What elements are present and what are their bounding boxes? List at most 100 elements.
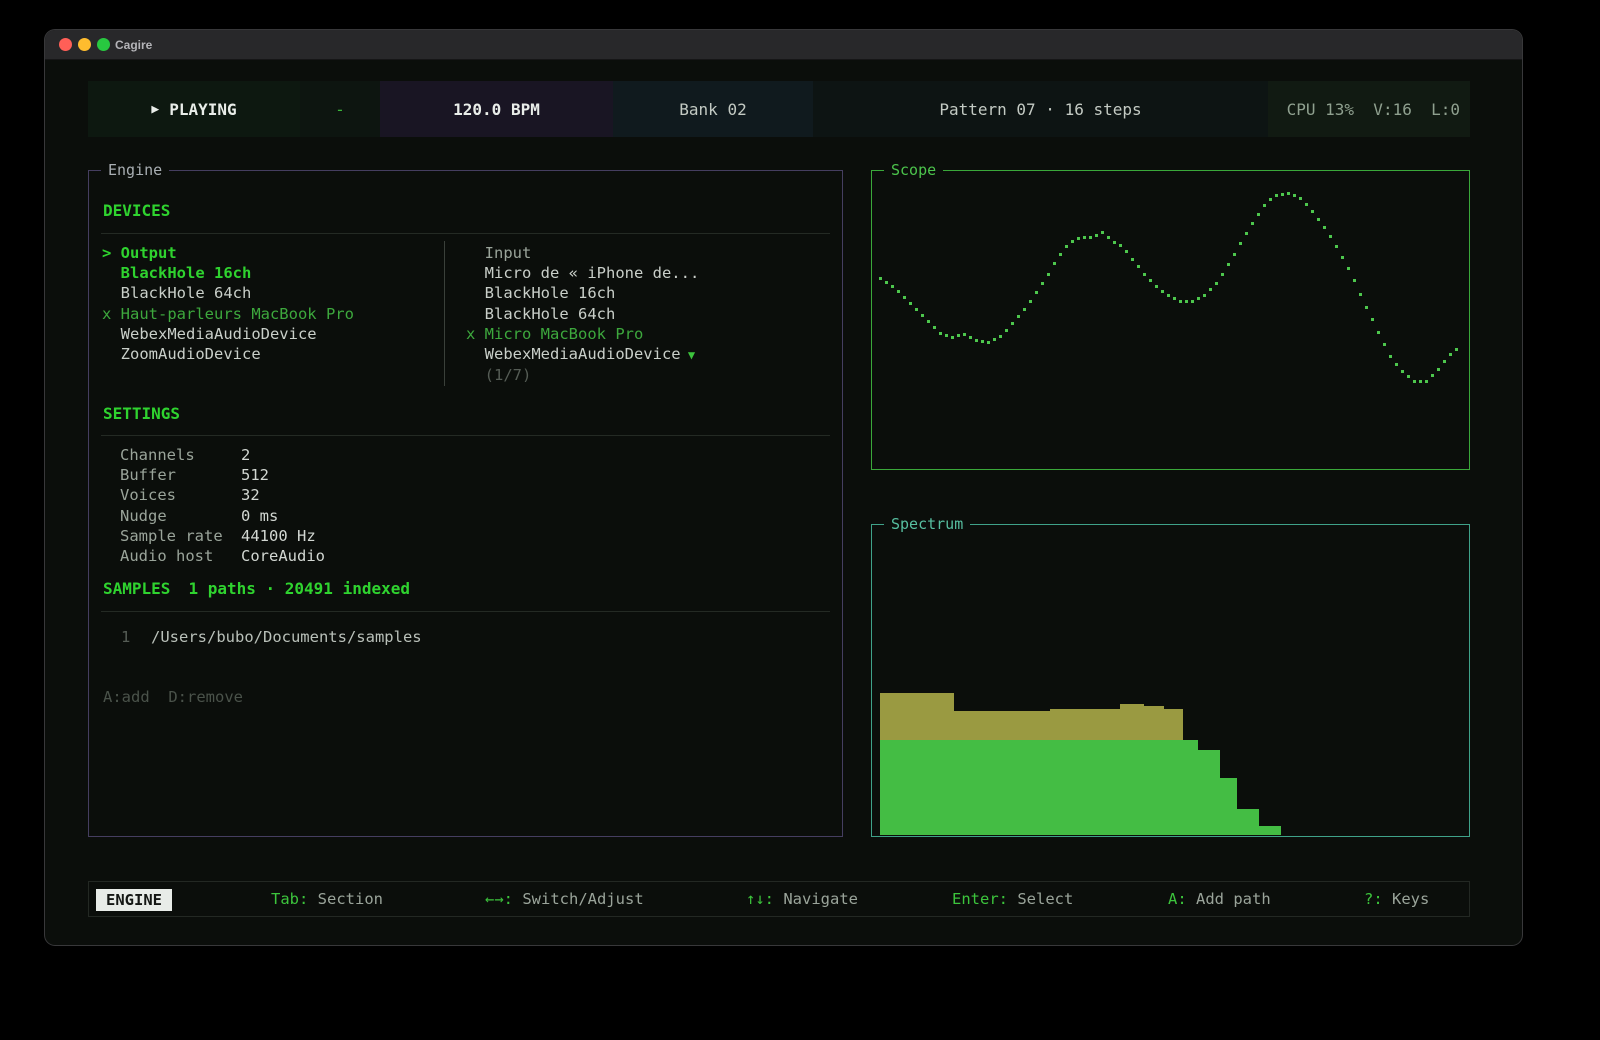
samples-heading: SAMPLES1 paths · 20491 indexed [103, 579, 410, 598]
device-item[interactable]: > Output [102, 243, 354, 263]
scope-waveform [875, 174, 1468, 468]
footer-bar: ENGINE Tab: Section←→: Switch/Adjust↑↓: … [88, 881, 1470, 917]
play-icon: ▶ [151, 102, 159, 117]
shortcut-label: Select [1008, 890, 1073, 908]
indent [466, 264, 485, 282]
dropdown-arrow-icon: ▼ [681, 348, 695, 362]
spectrum-bar-green [1259, 826, 1281, 835]
pattern-display[interactable]: Pattern 07 · 16 steps [813, 81, 1268, 137]
device-label: WebexMediaAudioDevice [485, 345, 681, 363]
section-divider [101, 435, 830, 436]
setting-row: Buffer512 [120, 465, 325, 485]
bpm-display[interactable]: 120.0 BPM [380, 81, 613, 137]
device-label: BlackHole 64ch [485, 305, 616, 323]
device-label: BlackHole 16ch [121, 264, 252, 282]
device-item[interactable]: Micro de « iPhone de... [466, 263, 699, 283]
shortcut-key: Tab: [271, 890, 308, 908]
spectrum-bar-green [1237, 809, 1259, 835]
device-item[interactable]: BlackHole 64ch [102, 283, 354, 303]
swing-indicator[interactable]: - [300, 81, 380, 137]
setting-row: Audio hostCoreAudio [120, 546, 325, 566]
shortcut-key: ←→: [485, 890, 513, 908]
indent [466, 366, 485, 384]
minimize-button[interactable] [78, 38, 91, 51]
device-label: (1/7) [485, 366, 532, 384]
bank-display[interactable]: Bank 02 [613, 81, 813, 137]
indent [102, 345, 121, 363]
indent [466, 305, 485, 323]
spectrum-bar-green [1220, 778, 1238, 835]
spectrum-bar-green [880, 740, 1198, 835]
device-label: WebexMediaAudioDevice [121, 325, 317, 343]
spectrum-bar-olive [1164, 709, 1183, 739]
selector-arrow-icon: > [102, 244, 121, 262]
spectrum-bar-olive [1120, 704, 1144, 740]
shortcut-label: Keys [1383, 890, 1430, 908]
engine-panel: Engine DEVICES > Output BlackHole 16ch B… [88, 170, 843, 837]
device-item[interactable]: Input [466, 243, 699, 263]
device-label: Input [485, 244, 532, 262]
device-item[interactable]: ZoomAudioDevice [102, 344, 354, 364]
device-item[interactable]: x Haut-parleurs MacBook Pro [102, 304, 354, 324]
settings-heading: SETTINGS [103, 404, 180, 423]
setting-label: Voices [120, 485, 241, 505]
status-bar: ▶ PLAYING - 120.0 BPM Bank 02 Pattern 07 … [88, 81, 1470, 137]
device-item[interactable]: WebexMediaAudioDevice [102, 324, 354, 344]
setting-row: Sample rate44100 Hz [120, 526, 325, 546]
section-divider [101, 611, 830, 612]
app-window: Cagire ▶ PLAYING - 120.0 BPM Bank 02 Patt… [45, 30, 1522, 945]
sample-path-list: 1/Users/bubo/Documents/samples [121, 627, 422, 647]
setting-row: Voices32 [120, 485, 325, 505]
close-button[interactable] [59, 38, 72, 51]
device-label: BlackHole 64ch [121, 284, 252, 302]
setting-value[interactable]: 44100 Hz [241, 527, 316, 545]
device-label: Output [121, 244, 177, 262]
device-item[interactable]: x Micro MacBook Pro [466, 324, 699, 344]
shortcut-label: Section [308, 890, 383, 908]
shortcut-hint: A: Add path [1168, 882, 1271, 916]
indent [102, 264, 121, 282]
setting-row: Channels2 [120, 445, 325, 465]
maximize-button[interactable] [97, 38, 110, 51]
mode-badge[interactable]: ENGINE [96, 889, 172, 911]
device-label: Micro de « iPhone de... [485, 264, 700, 282]
transport-indicator[interactable]: ▶ PLAYING [88, 81, 300, 137]
samples-hint: A:add D:remove [103, 688, 243, 706]
sample-path-row[interactable]: 1/Users/bubo/Documents/samples [121, 627, 422, 647]
setting-value[interactable]: 2 [241, 446, 250, 464]
device-label: BlackHole 16ch [485, 284, 616, 302]
spectrum-bar-olive [1144, 706, 1165, 739]
setting-value[interactable]: 32 [241, 486, 260, 504]
window-title: Cagire [115, 30, 152, 60]
setting-value[interactable]: 0 ms [241, 507, 278, 525]
spectrum-bar-olive [880, 693, 955, 740]
device-label: Micro MacBook Pro [485, 325, 644, 343]
device-label: ZoomAudioDevice [121, 345, 261, 363]
active-device-marker: x [102, 305, 121, 323]
device-item[interactable]: BlackHole 16ch [102, 263, 354, 283]
title-bar: Cagire [45, 30, 1522, 60]
device-item[interactable]: (1/7) [466, 365, 699, 385]
devices-heading: DEVICES [103, 201, 170, 220]
input-device-list: Input Micro de « iPhone de... BlackHole … [466, 243, 699, 385]
device-item[interactable]: BlackHole 16ch [466, 283, 699, 303]
section-divider [101, 233, 830, 234]
indent [466, 345, 485, 363]
shortcut-label: Add path [1187, 890, 1271, 908]
setting-label: Sample rate [120, 526, 241, 546]
engine-panel-title: Engine [101, 161, 169, 180]
shortcut-hint: ?: Keys [1364, 882, 1429, 916]
setting-row: Nudge0 ms [120, 506, 325, 526]
column-divider [444, 241, 445, 386]
shortcut-key: A: [1168, 890, 1187, 908]
transport-label: PLAYING [169, 100, 236, 119]
device-item[interactable]: BlackHole 64ch [466, 304, 699, 324]
device-item[interactable]: WebexMediaAudioDevice ▼ [466, 344, 699, 365]
shortcut-key: Enter: [952, 890, 1008, 908]
setting-label: Buffer [120, 465, 241, 485]
setting-value[interactable]: 512 [241, 466, 269, 484]
output-device-list: > Output BlackHole 16ch BlackHole 64ch x … [102, 243, 354, 364]
setting-label: Audio host [120, 546, 241, 566]
setting-value[interactable]: CoreAudio [241, 547, 325, 565]
shortcut-key: ↑↓: [746, 890, 774, 908]
